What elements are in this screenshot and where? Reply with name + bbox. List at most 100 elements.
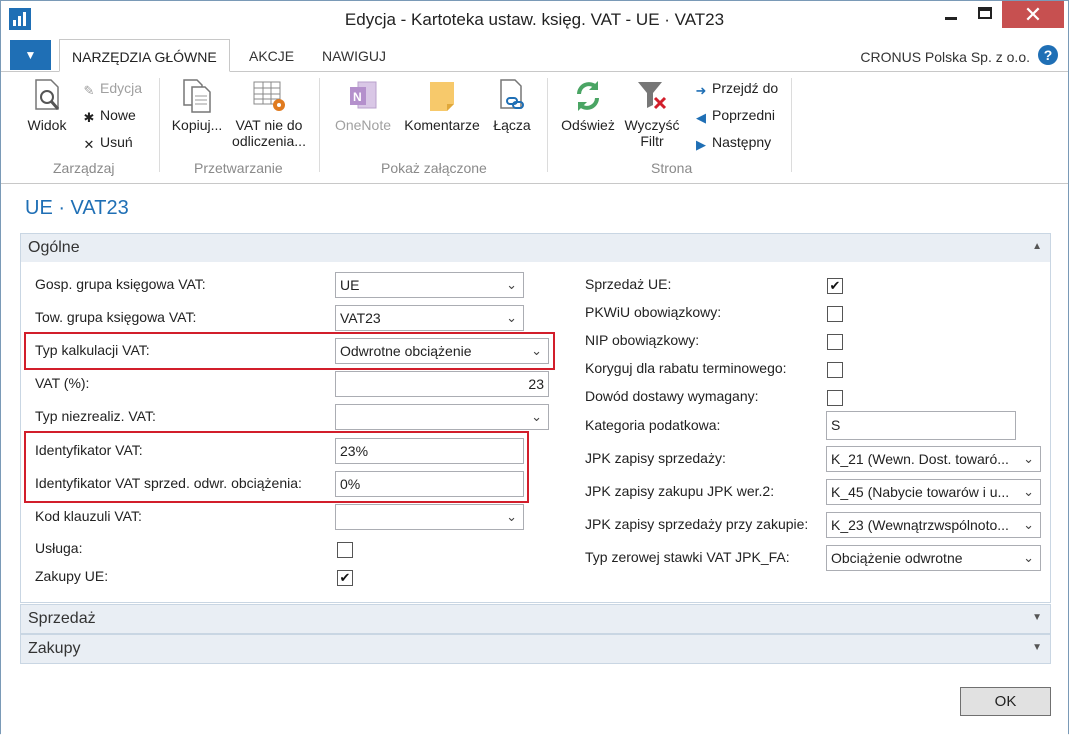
help-icon[interactable]: ? <box>1038 45 1058 65</box>
vat-nondeductible-button[interactable]: VAT nie do odliczenia... <box>229 78 309 149</box>
triangle-left-icon: ◀ <box>696 110 706 125</box>
zero-rate-type-value: Obciążenie odwrotne <box>831 550 963 566</box>
fasttab-sales-header[interactable]: Sprzedaż ▼ <box>21 605 1050 633</box>
clear-filter-icon <box>638 82 667 110</box>
onenote-icon: N <box>350 81 377 109</box>
refresh-icon <box>577 81 599 111</box>
copy-label: Kopiuj... <box>171 117 223 133</box>
edit-label: Edycja <box>100 80 143 96</box>
window: Edycja - Kartoteka ustaw. księg. VAT - U… <box>0 0 1069 735</box>
next-button[interactable]: ▶ Następny <box>693 134 771 152</box>
comments-button[interactable]: Komentarze <box>400 78 484 133</box>
copy-button[interactable]: Kopiuj... <box>167 78 227 133</box>
group-separator <box>159 78 160 172</box>
dropdown-arrow-icon: ⌄ <box>531 409 542 424</box>
delivery-proof-checkbox[interactable] <box>827 390 843 406</box>
new-button[interactable]: ✱ Nowe <box>81 107 136 125</box>
ribbon-tab-bar: ▼ NARZĘDZIA GŁÓWNE AKCJE NAWIGUJ CRONUS … <box>1 39 1068 72</box>
fasttab-purchases: Zakupy ▼ <box>20 634 1051 664</box>
dropdown-arrow-icon: ⌄ <box>506 310 517 325</box>
title-bar: Edycja - Kartoteka ustaw. księg. VAT - U… <box>1 1 1068 39</box>
pkwiu-required-checkbox[interactable] <box>827 306 843 322</box>
unrealized-vat-type-select[interactable]: ⌄ <box>335 404 549 430</box>
group-label-manage: Zarządzaj <box>53 160 115 176</box>
adjust-discount-checkbox[interactable] <box>827 362 843 378</box>
goto-label: Przejdź do <box>712 80 779 96</box>
company-name: CRONUS Polska Sp. z o.o. <box>860 49 1030 65</box>
jpk-purchase-select[interactable]: K_45 (Nabycie towarów i u... ⌄ <box>826 479 1041 505</box>
sticky-note-icon <box>430 82 454 111</box>
fasttab-purchases-title: Zakupy <box>28 640 81 657</box>
label-eu-sales: Sprzedaż UE: <box>585 276 672 292</box>
dropdown-arrow-icon: ⌄ <box>1023 550 1034 565</box>
vat-clause-code-select[interactable]: ⌄ <box>335 504 524 530</box>
delete-button[interactable]: ✕ Usuń <box>81 134 133 152</box>
clear-filter-label-1: Wyczyść <box>624 117 680 133</box>
chevron-down-icon: ▼ <box>1032 642 1042 653</box>
label-service: Usługa: <box>35 540 83 556</box>
fasttab-sales: Sprzedaż ▼ <box>20 604 1051 634</box>
prod-posting-group-value: VAT23 <box>340 310 381 326</box>
goto-button[interactable]: ➜ Przejdź do <box>693 80 779 98</box>
delete-label: Usuń <box>100 134 133 150</box>
refresh-button[interactable]: Odśwież <box>557 78 619 133</box>
previous-button[interactable]: ◀ Poprzedni <box>693 107 775 125</box>
links-icon <box>500 79 524 109</box>
prod-posting-group-select[interactable]: VAT23 ⌄ <box>335 305 524 331</box>
close-icon: ✕ <box>1023 2 1043 27</box>
zero-rate-type-select[interactable]: Obciążenie odwrotne ⌄ <box>826 545 1041 571</box>
edit-button[interactable]: ✎ Edycja <box>81 80 143 98</box>
application-menu-button[interactable]: ▼ <box>10 40 51 70</box>
gen-bus-posting-group-value: UE <box>340 277 360 293</box>
jpk-sales-on-purchase-select[interactable]: K_23 (Wewnątrzwspólnoto... ⌄ <box>826 512 1041 538</box>
tab-home[interactable]: NARZĘDZIA GŁÓWNE <box>59 39 230 72</box>
group-separator <box>547 78 548 172</box>
refresh-label: Odśwież <box>561 117 615 133</box>
tab-actions[interactable]: AKCJE <box>237 39 306 72</box>
tab-navigate[interactable]: NAWIGUJ <box>310 39 398 72</box>
close-button[interactable]: ✕ <box>1002 1 1064 28</box>
group-label-attachments: Pokaż załączone <box>381 160 487 176</box>
eu-sales-checkbox[interactable]: ✔ <box>827 278 843 294</box>
onenote-button[interactable]: N OneNote <box>331 78 395 133</box>
vat-pct-input[interactable]: 23 <box>335 371 549 397</box>
jpk-sales-select[interactable]: K_21 (Wewn. Dost. towaró... ⌄ <box>826 446 1041 472</box>
nip-required-checkbox[interactable] <box>827 334 843 350</box>
view-button[interactable]: Widok <box>19 78 75 133</box>
content-area: UE · VAT23 Ogólne ▲ Gosp. grupa księgowa… <box>1 185 1068 735</box>
label-unrealized-vat-type: Typ niezrealiz. VAT: <box>35 408 156 424</box>
fasttab-general-title: Ogólne <box>28 239 80 256</box>
clear-filter-button[interactable]: Wyczyść Filtr <box>621 78 683 149</box>
eu-purchases-checkbox[interactable]: ✔ <box>337 570 353 586</box>
fasttab-purchases-header[interactable]: Zakupy ▼ <box>21 635 1050 663</box>
jpk-purchase-value: K_45 (Nabycie towarów i u... <box>831 484 1010 500</box>
dropdown-arrow-icon: ⌄ <box>506 509 517 524</box>
vat-nondeductible-label-1: VAT nie do <box>235 117 303 133</box>
ok-button[interactable]: OK <box>960 687 1051 716</box>
dropdown-arrow-icon: ⌄ <box>1023 517 1034 532</box>
tax-category-input[interactable]: S <box>826 411 1016 440</box>
group-label-process: Przetwarzanie <box>194 160 283 176</box>
view-icon <box>35 79 60 110</box>
chevron-down-icon: ▼ <box>1032 612 1042 623</box>
fasttab-general-header[interactable]: Ogólne ▲ <box>21 234 1050 262</box>
service-checkbox[interactable] <box>337 542 353 558</box>
maximize-icon <box>978 7 992 19</box>
dropdown-arrow-icon: ⌄ <box>1023 484 1034 499</box>
copy-icon <box>183 79 211 113</box>
links-button[interactable]: Łącza <box>489 78 535 133</box>
label-nip-required: NIP obowiązkowy: <box>585 332 700 348</box>
checkmark-icon: ✔ <box>829 278 841 293</box>
comments-label: Komentarze <box>404 117 480 133</box>
minimize-icon <box>945 17 957 20</box>
gen-bus-posting-group-select[interactable]: UE ⌄ <box>335 272 524 298</box>
view-label: Widok <box>27 117 67 133</box>
onenote-label: OneNote <box>334 117 392 133</box>
page-title: UE · VAT23 <box>25 197 129 219</box>
label-jpk-purchase: JPK zapisy zakupu JPK wer.2: <box>585 483 775 499</box>
dropdown-arrow-icon: ⌄ <box>506 277 517 292</box>
label-eu-purchases: Zakupy UE: <box>35 568 109 584</box>
dropdown-arrow-icon: ⌄ <box>1023 451 1034 466</box>
chevron-down-icon: ▼ <box>24 48 37 62</box>
pencil-icon: ✎ <box>83 83 95 98</box>
